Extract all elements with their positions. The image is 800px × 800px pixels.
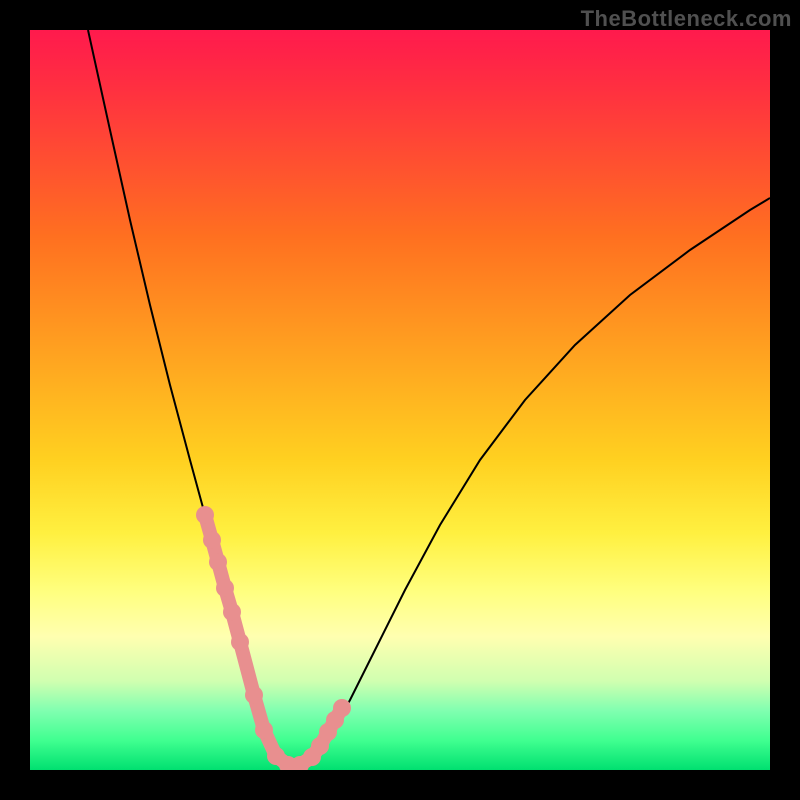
- marker-dot: [245, 686, 263, 704]
- curve-markers: [196, 506, 351, 770]
- watermark-text: TheBottleneck.com: [581, 6, 792, 32]
- curve-line: [88, 30, 770, 765]
- plot-area: [30, 30, 770, 770]
- marker-dot: [333, 699, 351, 717]
- chart-container: TheBottleneck.com: [0, 0, 800, 800]
- chart-svg: [30, 30, 770, 770]
- marker-dot: [255, 721, 273, 739]
- marker-dot: [223, 603, 241, 621]
- marker-dot: [209, 553, 227, 571]
- marker-dot: [231, 633, 249, 651]
- marker-dot: [196, 506, 214, 524]
- marker-dot: [216, 579, 234, 597]
- marker-dot: [203, 531, 221, 549]
